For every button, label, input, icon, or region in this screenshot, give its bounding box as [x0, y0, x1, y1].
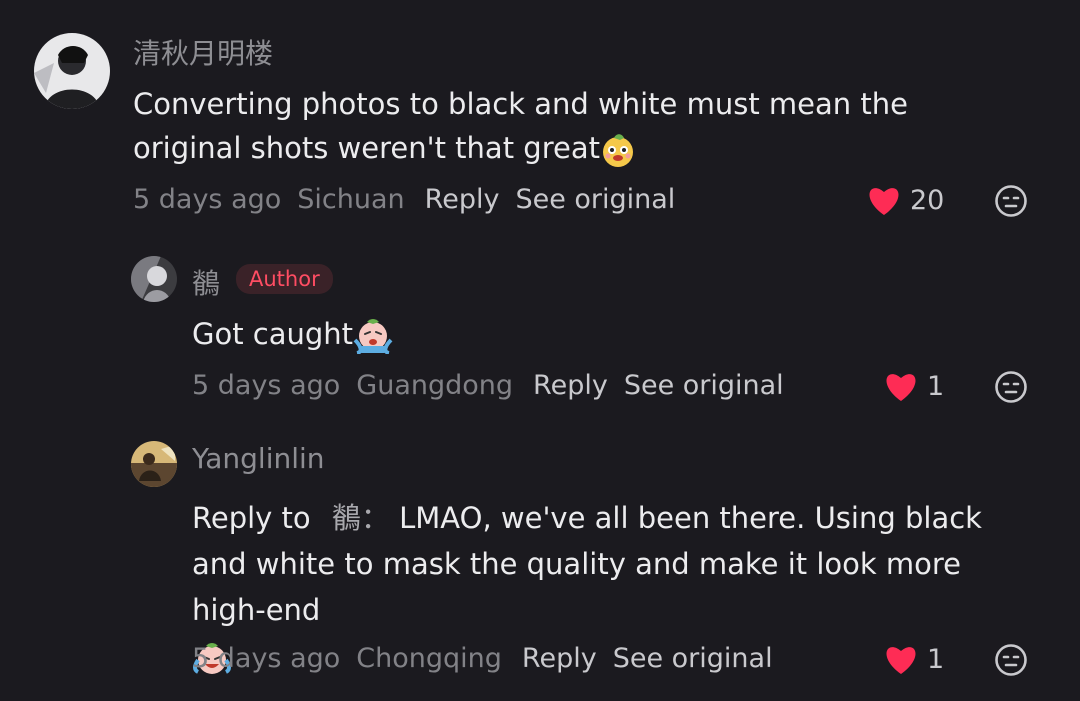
location: Guangdong [356, 370, 514, 401]
timestamp: 5 days ago [133, 184, 282, 215]
reply-target[interactable]: 鶺： [332, 501, 390, 535]
see-original-button[interactable]: See original [515, 184, 675, 215]
comment-text: Converting photos to black and white mus… [133, 82, 1013, 170]
like-button[interactable]: 1 [883, 370, 944, 402]
avatar[interactable] [131, 256, 177, 302]
location: Sichuan [297, 184, 405, 215]
avatar[interactable] [34, 33, 110, 109]
dislike-face-icon[interactable] [994, 370, 1028, 404]
comment-meta: 5 days ago Sichuan Reply See original [133, 184, 675, 215]
comment-meta: 5 days ago Chongqing Reply See original [192, 643, 773, 674]
username[interactable]: 鶺 [192, 262, 220, 302]
timestamp: 5 days ago [192, 643, 341, 674]
timestamp: 5 days ago [192, 370, 341, 401]
heart-icon [869, 188, 899, 215]
reply-button[interactable]: Reply [522, 643, 597, 674]
comment-meta: 5 days ago Guangdong Reply See original [192, 370, 784, 401]
crying-face-emoji-icon [353, 319, 393, 354]
see-original-button[interactable]: See original [613, 643, 773, 674]
reply-prefix: Reply to [192, 501, 311, 535]
comment-text: Got caught [192, 312, 1072, 356]
author-badge: Author [236, 264, 333, 294]
location: Chongqing [356, 643, 502, 674]
like-count: 1 [927, 643, 945, 675]
username[interactable]: 清秋月明楼 [133, 32, 273, 72]
like-count: 1 [927, 370, 945, 402]
heart-icon [886, 647, 916, 674]
reply-button[interactable]: Reply [425, 184, 500, 215]
see-original-button[interactable]: See original [624, 370, 784, 401]
avatar[interactable] [131, 441, 177, 487]
like-button[interactable]: 20 [866, 184, 944, 216]
like-button[interactable]: 1 [883, 643, 944, 675]
like-count: 20 [910, 184, 945, 216]
reply-button[interactable]: Reply [533, 370, 608, 401]
dislike-face-icon[interactable] [994, 643, 1028, 677]
dislike-face-icon[interactable] [994, 184, 1028, 218]
username[interactable]: Yanglinlin [192, 442, 325, 475]
smirking-face-emoji-icon [602, 134, 633, 167]
heart-icon [886, 374, 916, 401]
